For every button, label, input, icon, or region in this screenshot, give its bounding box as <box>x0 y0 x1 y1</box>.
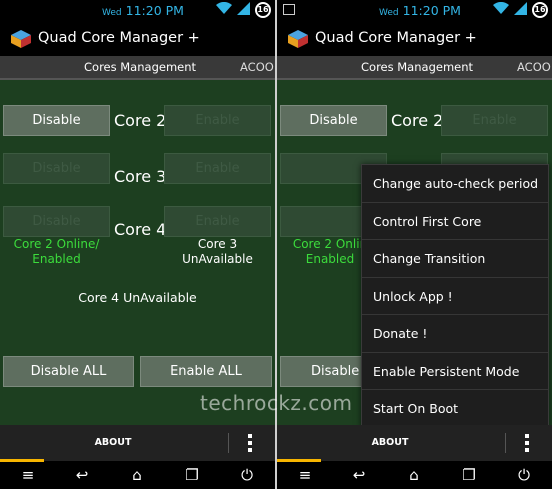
app-icon <box>10 29 32 49</box>
tab-acoo[interactable]: ACOO <box>517 60 551 74</box>
tab-bar: Cores Management ACOO <box>277 56 552 80</box>
menu-item-change-auto-check-period[interactable]: Change auto-check period <box>362 165 548 203</box>
nav-bar: ≡ ↩ ⌂ ❐ ⏻ <box>0 462 275 489</box>
app-icon <box>287 29 309 49</box>
divider <box>228 433 229 453</box>
signal-icon <box>514 2 527 18</box>
clock: Wed 11:20 PM <box>102 3 184 18</box>
gallery-icon <box>283 4 295 15</box>
menu-icon[interactable]: ≡ <box>17 466 39 484</box>
core4-enable-button[interactable]: Enable <box>164 206 271 237</box>
wifi-icon <box>493 1 509 18</box>
about-button[interactable]: ABOUT <box>0 437 226 448</box>
core4-label: Core 4 <box>114 220 167 239</box>
tab-cores-management[interactable]: Cores Management <box>361 60 473 74</box>
tab-acoo[interactable]: ACOO <box>240 60 274 74</box>
clock: Wed 11:20 PM <box>379 3 461 18</box>
recent-apps-icon[interactable]: ❐ <box>458 466 480 484</box>
about-button[interactable]: ABOUT <box>277 437 503 448</box>
right-screen: Wed 11:20 PM 16 Quad Core Manager + Cores… <box>277 0 552 489</box>
core2-label: Core 2 <box>391 111 444 130</box>
recent-apps-icon[interactable]: ❐ <box>181 466 203 484</box>
menu-icon[interactable]: ≡ <box>294 466 316 484</box>
menu-item-start-on-boot[interactable]: Start On Boot <box>362 390 548 428</box>
overflow-menu: Change auto-check period Control First C… <box>361 164 549 429</box>
core2-label: Core 2 <box>114 111 167 130</box>
app-title: Quad Core Manager + <box>38 30 200 46</box>
enable-all-button[interactable]: Enable ALL <box>140 356 272 387</box>
power-icon[interactable]: ⏻ <box>236 466 258 484</box>
core2-status: Core 2 Online/ Enabled <box>13 237 100 266</box>
menu-item-change-transition[interactable]: Change Transition <box>362 240 548 278</box>
core2-enable-button[interactable]: Enable <box>441 105 548 136</box>
home-icon[interactable]: ⌂ <box>126 466 148 484</box>
core2-disable-button[interactable]: Disable <box>280 105 387 136</box>
status-bar: Wed 11:20 PM 16 <box>0 0 275 22</box>
core4-status: Core 4 UnAvailable <box>78 290 197 305</box>
tab-bar: Cores Management ACOO <box>0 56 275 80</box>
battery-icon: 16 <box>255 2 271 18</box>
nav-bar: ≡ ↩ ⌂ ❐ ⏻ <box>277 462 552 489</box>
power-icon[interactable]: ⏻ <box>513 466 535 484</box>
disable-all-button[interactable]: Disable ALL <box>3 356 134 387</box>
overflow-menu-icon[interactable] <box>247 434 253 452</box>
core2-disable-button[interactable]: Disable <box>3 105 110 136</box>
bottom-action-bar: ABOUT <box>277 425 552 461</box>
cores-panel: Disable Core 2 Enable Disable Core 3 Ena… <box>0 80 275 425</box>
wifi-icon <box>216 1 232 18</box>
tab-cores-management[interactable]: Cores Management <box>84 60 196 74</box>
home-icon[interactable]: ⌂ <box>403 466 425 484</box>
back-icon[interactable]: ↩ <box>71 466 93 484</box>
menu-item-donate[interactable]: Donate ! <box>362 315 548 353</box>
core2-enable-button[interactable]: Enable <box>164 105 271 136</box>
divider <box>505 433 506 453</box>
overflow-menu-icon[interactable] <box>524 434 530 452</box>
action-bar: Quad Core Manager + <box>277 22 552 56</box>
core3-disable-button[interactable]: Disable <box>3 153 110 184</box>
core3-status: Core 3 UnAvailable <box>182 237 253 266</box>
back-icon[interactable]: ↩ <box>348 466 370 484</box>
battery-icon: 16 <box>532 2 548 18</box>
left-screen: Wed 11:20 PM 16 Quad Core Manager + Cores… <box>0 0 275 489</box>
app-title: Quad Core Manager + <box>315 30 477 46</box>
watermark: techrockz.com <box>200 391 353 415</box>
menu-item-enable-persistent-mode[interactable]: Enable Persistent Mode <box>362 353 548 390</box>
status-bar: Wed 11:20 PM 16 <box>277 0 552 22</box>
bottom-action-bar: ABOUT <box>0 425 275 461</box>
core4-disable-button[interactable]: Disable <box>3 206 110 237</box>
signal-icon <box>237 2 250 18</box>
action-bar: Quad Core Manager + <box>0 22 275 56</box>
core3-label: Core 3 <box>114 167 167 186</box>
menu-item-control-first-core[interactable]: Control First Core <box>362 203 548 240</box>
menu-item-unlock-app[interactable]: Unlock App ! <box>362 278 548 315</box>
core3-enable-button[interactable]: Enable <box>164 153 271 184</box>
